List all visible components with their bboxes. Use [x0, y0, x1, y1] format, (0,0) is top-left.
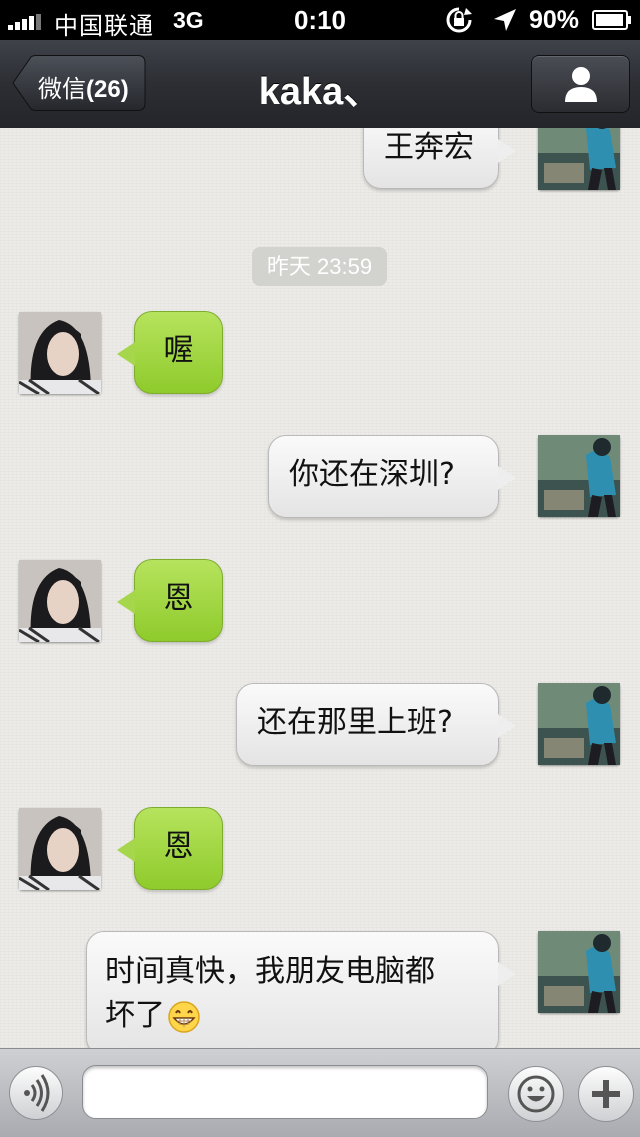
- my-avatar[interactable]: [538, 435, 620, 517]
- contact-avatar[interactable]: [19, 312, 101, 394]
- contact-avatar[interactable]: [19, 560, 101, 642]
- message-bubble-out[interactable]: 你还在深圳?: [268, 435, 516, 518]
- battery-percent: 90%: [529, 6, 580, 34]
- emoji-button[interactable]: [508, 1066, 564, 1122]
- message-text: 你还在深圳?: [289, 457, 455, 492]
- battery-icon: [592, 10, 631, 30]
- message-bubble-in[interactable]: 恩: [117, 559, 223, 642]
- location-icon: [494, 9, 516, 31]
- message-text: 还在那里上班?: [257, 705, 453, 740]
- message-bubble-out[interactable]: 时间真快，我朋友电脑都 坏了: [86, 931, 516, 1048]
- nav-bar: 微信(26) kaka、: [0, 40, 640, 129]
- rotation-lock-icon: [446, 7, 472, 33]
- chat-timestamp: 昨天 23:59: [252, 247, 387, 286]
- grin-emoji-icon: [168, 1000, 200, 1033]
- input-bar: [0, 1048, 640, 1137]
- message-text-line-2: 坏了: [105, 994, 480, 1038]
- message-text: 恩: [163, 829, 194, 864]
- more-button[interactable]: [578, 1066, 634, 1122]
- smiley-icon: [517, 1075, 555, 1113]
- chat-area[interactable]: 王奔宏 昨天 23:59 喔 你还在深圳? 恩 还在那里上班? 恩 时间真快，我…: [0, 128, 640, 1048]
- message-bubble-in[interactable]: 恩: [117, 807, 223, 890]
- message-bubble-out[interactable]: 王奔宏: [363, 128, 516, 189]
- message-text: 王奔宏: [384, 130, 474, 165]
- person-icon: [565, 67, 597, 102]
- message-text: 喔: [163, 333, 194, 368]
- message-input[interactable]: [82, 1065, 488, 1119]
- status-bar: 中国联通 3G 0:10 90%: [0, 0, 640, 40]
- contact-avatar[interactable]: [19, 808, 101, 890]
- my-avatar[interactable]: [538, 128, 620, 190]
- message-bubble-in[interactable]: 喔: [117, 311, 223, 394]
- message-text-line-1: 时间真快，我朋友电脑都: [105, 954, 435, 989]
- my-avatar[interactable]: [538, 683, 620, 765]
- voice-icon: [24, 1074, 50, 1112]
- profile-button[interactable]: [531, 55, 630, 113]
- message-text: 恩: [163, 581, 194, 616]
- voice-button[interactable]: [9, 1066, 63, 1120]
- my-avatar[interactable]: [538, 931, 620, 1013]
- message-bubble-out[interactable]: 还在那里上班?: [236, 683, 516, 766]
- plus-icon: [592, 1080, 620, 1108]
